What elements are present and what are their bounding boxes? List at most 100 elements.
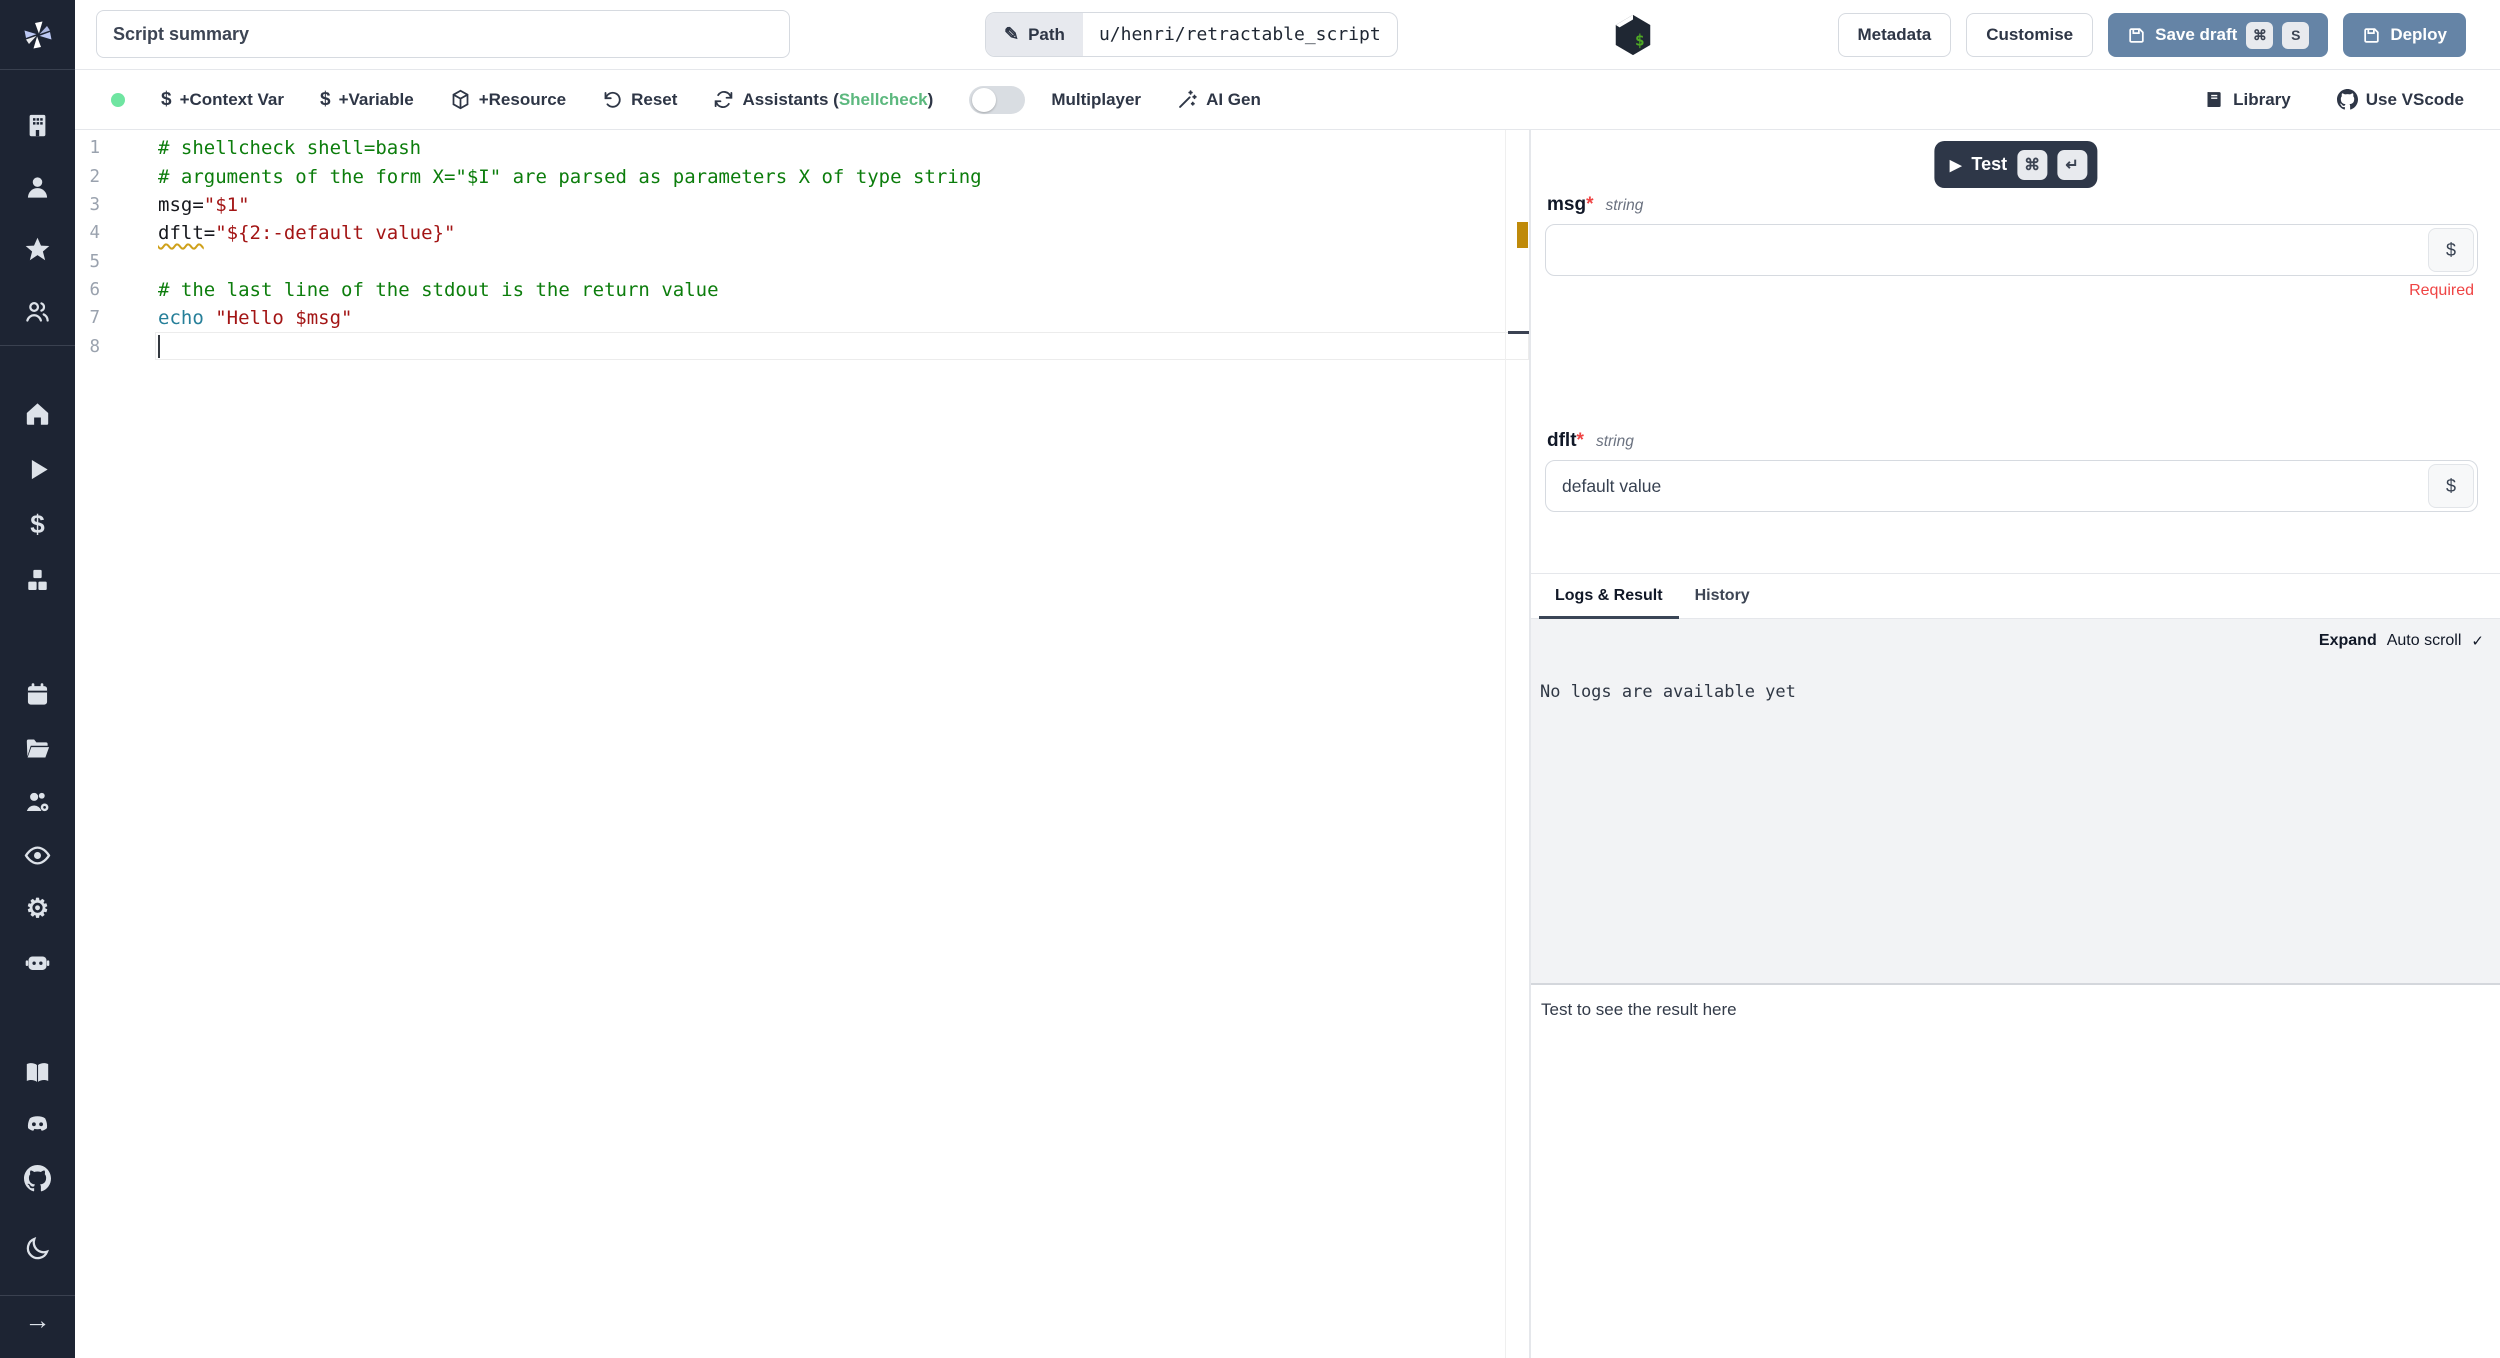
sidebar-item-home[interactable] [0, 398, 75, 428]
gear-icon: ⚙ [25, 893, 50, 923]
home-icon [26, 402, 49, 425]
code-line[interactable]: 7 echo "Hello $msg" [75, 304, 1529, 332]
sidebar-item-github[interactable] [0, 1163, 75, 1193]
dflt-input[interactable] [1546, 475, 2428, 497]
insert-variable-button[interactable]: $ [2428, 228, 2474, 272]
status-dot [111, 92, 125, 107]
autoscroll-toggle[interactable]: Auto scroll [2387, 632, 2462, 650]
code-line[interactable]: 4 dflt="${2:-default value}" [75, 219, 1529, 247]
undo-icon [604, 91, 621, 108]
assistants-label: Assistants (Shellcheck) [742, 89, 934, 109]
expand-button[interactable]: Expand [2319, 632, 2377, 650]
play-icon [31, 459, 48, 479]
code-line[interactable]: 3 msg="$1" [75, 191, 1529, 219]
edit-path-button[interactable]: ✎ Path [986, 13, 1083, 56]
play-icon: ▶ [1949, 156, 1962, 174]
moon-icon [26, 1236, 49, 1259]
sidebar-item-discord[interactable] [0, 1109, 75, 1139]
add-variable-button[interactable]: $ +Variable [320, 89, 414, 111]
code-editor[interactable]: 1 # shellcheck shell=bash 2 # arguments of … [75, 130, 1530, 1358]
toggle-knob [972, 87, 997, 112]
dollar-icon: $ [319, 88, 331, 110]
resource-label: +Resource [478, 89, 567, 109]
code-line[interactable]: 8 [75, 332, 1529, 360]
package-icon [452, 89, 469, 110]
building-icon [29, 114, 46, 136]
sidebar-item-schedules[interactable] [0, 679, 75, 709]
code-line[interactable]: 6 # the last line of the stdout is the re… [75, 276, 1529, 304]
line-number: 1 [89, 138, 100, 159]
metadata-button[interactable]: Metadata [1837, 13, 1952, 57]
save-draft-button[interactable]: Save draft ⌘ S [2108, 13, 2329, 57]
sidebar-item-workers[interactable] [0, 787, 75, 817]
deploy-label: Deploy [2390, 25, 2447, 44]
field-type: string [1595, 433, 1634, 450]
shellcheck-label: Shellcheck [838, 89, 928, 109]
sidebar-item-ai[interactable] [0, 946, 75, 976]
sidebar-item-favorites[interactable] [0, 234, 75, 264]
sidebar-item-user[interactable] [0, 172, 75, 202]
script-path[interactable]: u/henri/retractable_script [1083, 13, 1397, 56]
dollar-icon: $ [30, 509, 45, 539]
tab-logs-result[interactable]: Logs & Result [1539, 574, 1679, 619]
use-vscode-button[interactable]: Use VScode [2336, 89, 2464, 110]
code-line[interactable]: 1 # shellcheck shell=bash [75, 134, 1529, 162]
check-icon: ✓ [2471, 633, 2484, 650]
line-number: 4 [89, 223, 100, 244]
sidebar-item-docs[interactable] [0, 1057, 75, 1087]
code-line[interactable]: 5 [75, 247, 1529, 275]
sidebar-item-dark-mode[interactable] [0, 1233, 75, 1263]
reset-label: Reset [631, 89, 678, 109]
code-line[interactable]: 2 # arguments of the form X="$I" are pars… [75, 162, 1529, 190]
library-button[interactable]: Library [2204, 89, 2291, 110]
tab-history[interactable]: History [1679, 574, 1766, 618]
sidebar-item-settings[interactable]: ⚙ [0, 893, 75, 923]
windmill-logo-icon [24, 21, 51, 48]
context-var-label: +Context Var [179, 89, 284, 109]
enter-key-badge: ↵ [2057, 149, 2088, 180]
sidebar-item-runs[interactable] [0, 454, 75, 484]
multiplayer-toggle[interactable] [969, 85, 1026, 114]
logs-panel: Expand Auto scroll ✓ No logs are availab… [1531, 619, 2500, 985]
multiplayer-label: Multiplayer [1051, 89, 1142, 109]
test-button[interactable]: ▶ Test ⌘ ↵ [1933, 141, 2098, 188]
cursor-marker [1508, 331, 1530, 334]
line-number: 8 [89, 336, 100, 357]
use-vscode-label: Use VScode [2365, 89, 2464, 109]
editor-scrollbar[interactable] [1505, 130, 1530, 1358]
assistants-button[interactable]: Assistants (Shellcheck) [713, 89, 933, 110]
sidebar-item-folders[interactable] [0, 733, 75, 763]
users-gear-icon [26, 792, 49, 811]
save-icon [2364, 27, 2380, 43]
sidebar-collapse-button[interactable]: → [0, 1305, 75, 1335]
path-group: ✎ Path u/henri/retractable_script [985, 12, 1398, 57]
folder-open-icon [26, 739, 50, 757]
customise-button[interactable]: Customise [1966, 13, 2094, 57]
insert-variable-button[interactable]: $ [2428, 464, 2474, 508]
field-name: msg* [1547, 194, 1594, 215]
msg-input[interactable] [1546, 239, 2428, 261]
sidebar-item-resources[interactable] [0, 565, 75, 595]
refresh-icon [715, 91, 733, 108]
add-context-var-button[interactable]: $ +Context Var [161, 89, 284, 111]
reset-button[interactable]: Reset [602, 89, 677, 110]
deploy-button[interactable]: Deploy [2343, 13, 2466, 57]
dflt-input-wrapper: $ [1545, 460, 2478, 512]
add-resource-button[interactable]: +Resource [450, 89, 566, 110]
arrow-right-icon: → [24, 1305, 51, 1335]
ai-gen-button[interactable]: AI Gen [1177, 89, 1261, 110]
calendar-icon [27, 682, 48, 705]
sidebar-item-audit-logs[interactable] [0, 840, 75, 870]
sidebar-item-workspace[interactable] [0, 110, 75, 140]
user-icon [27, 176, 48, 198]
line-number: 3 [89, 194, 100, 215]
windmill-logo[interactable] [0, 0, 75, 70]
dollar-icon: $ [161, 88, 172, 110]
sidebar-item-groups[interactable] [0, 296, 75, 326]
sidebar-item-variables[interactable]: $ [0, 509, 75, 539]
summary-input[interactable] [96, 10, 790, 58]
code-lines: 1 # shellcheck shell=bash 2 # arguments of … [75, 134, 1529, 361]
star-icon [25, 237, 50, 260]
top-bar: ✎ Path u/henri/retractable_script $ Meta… [75, 0, 2500, 70]
text-cursor [158, 335, 160, 359]
